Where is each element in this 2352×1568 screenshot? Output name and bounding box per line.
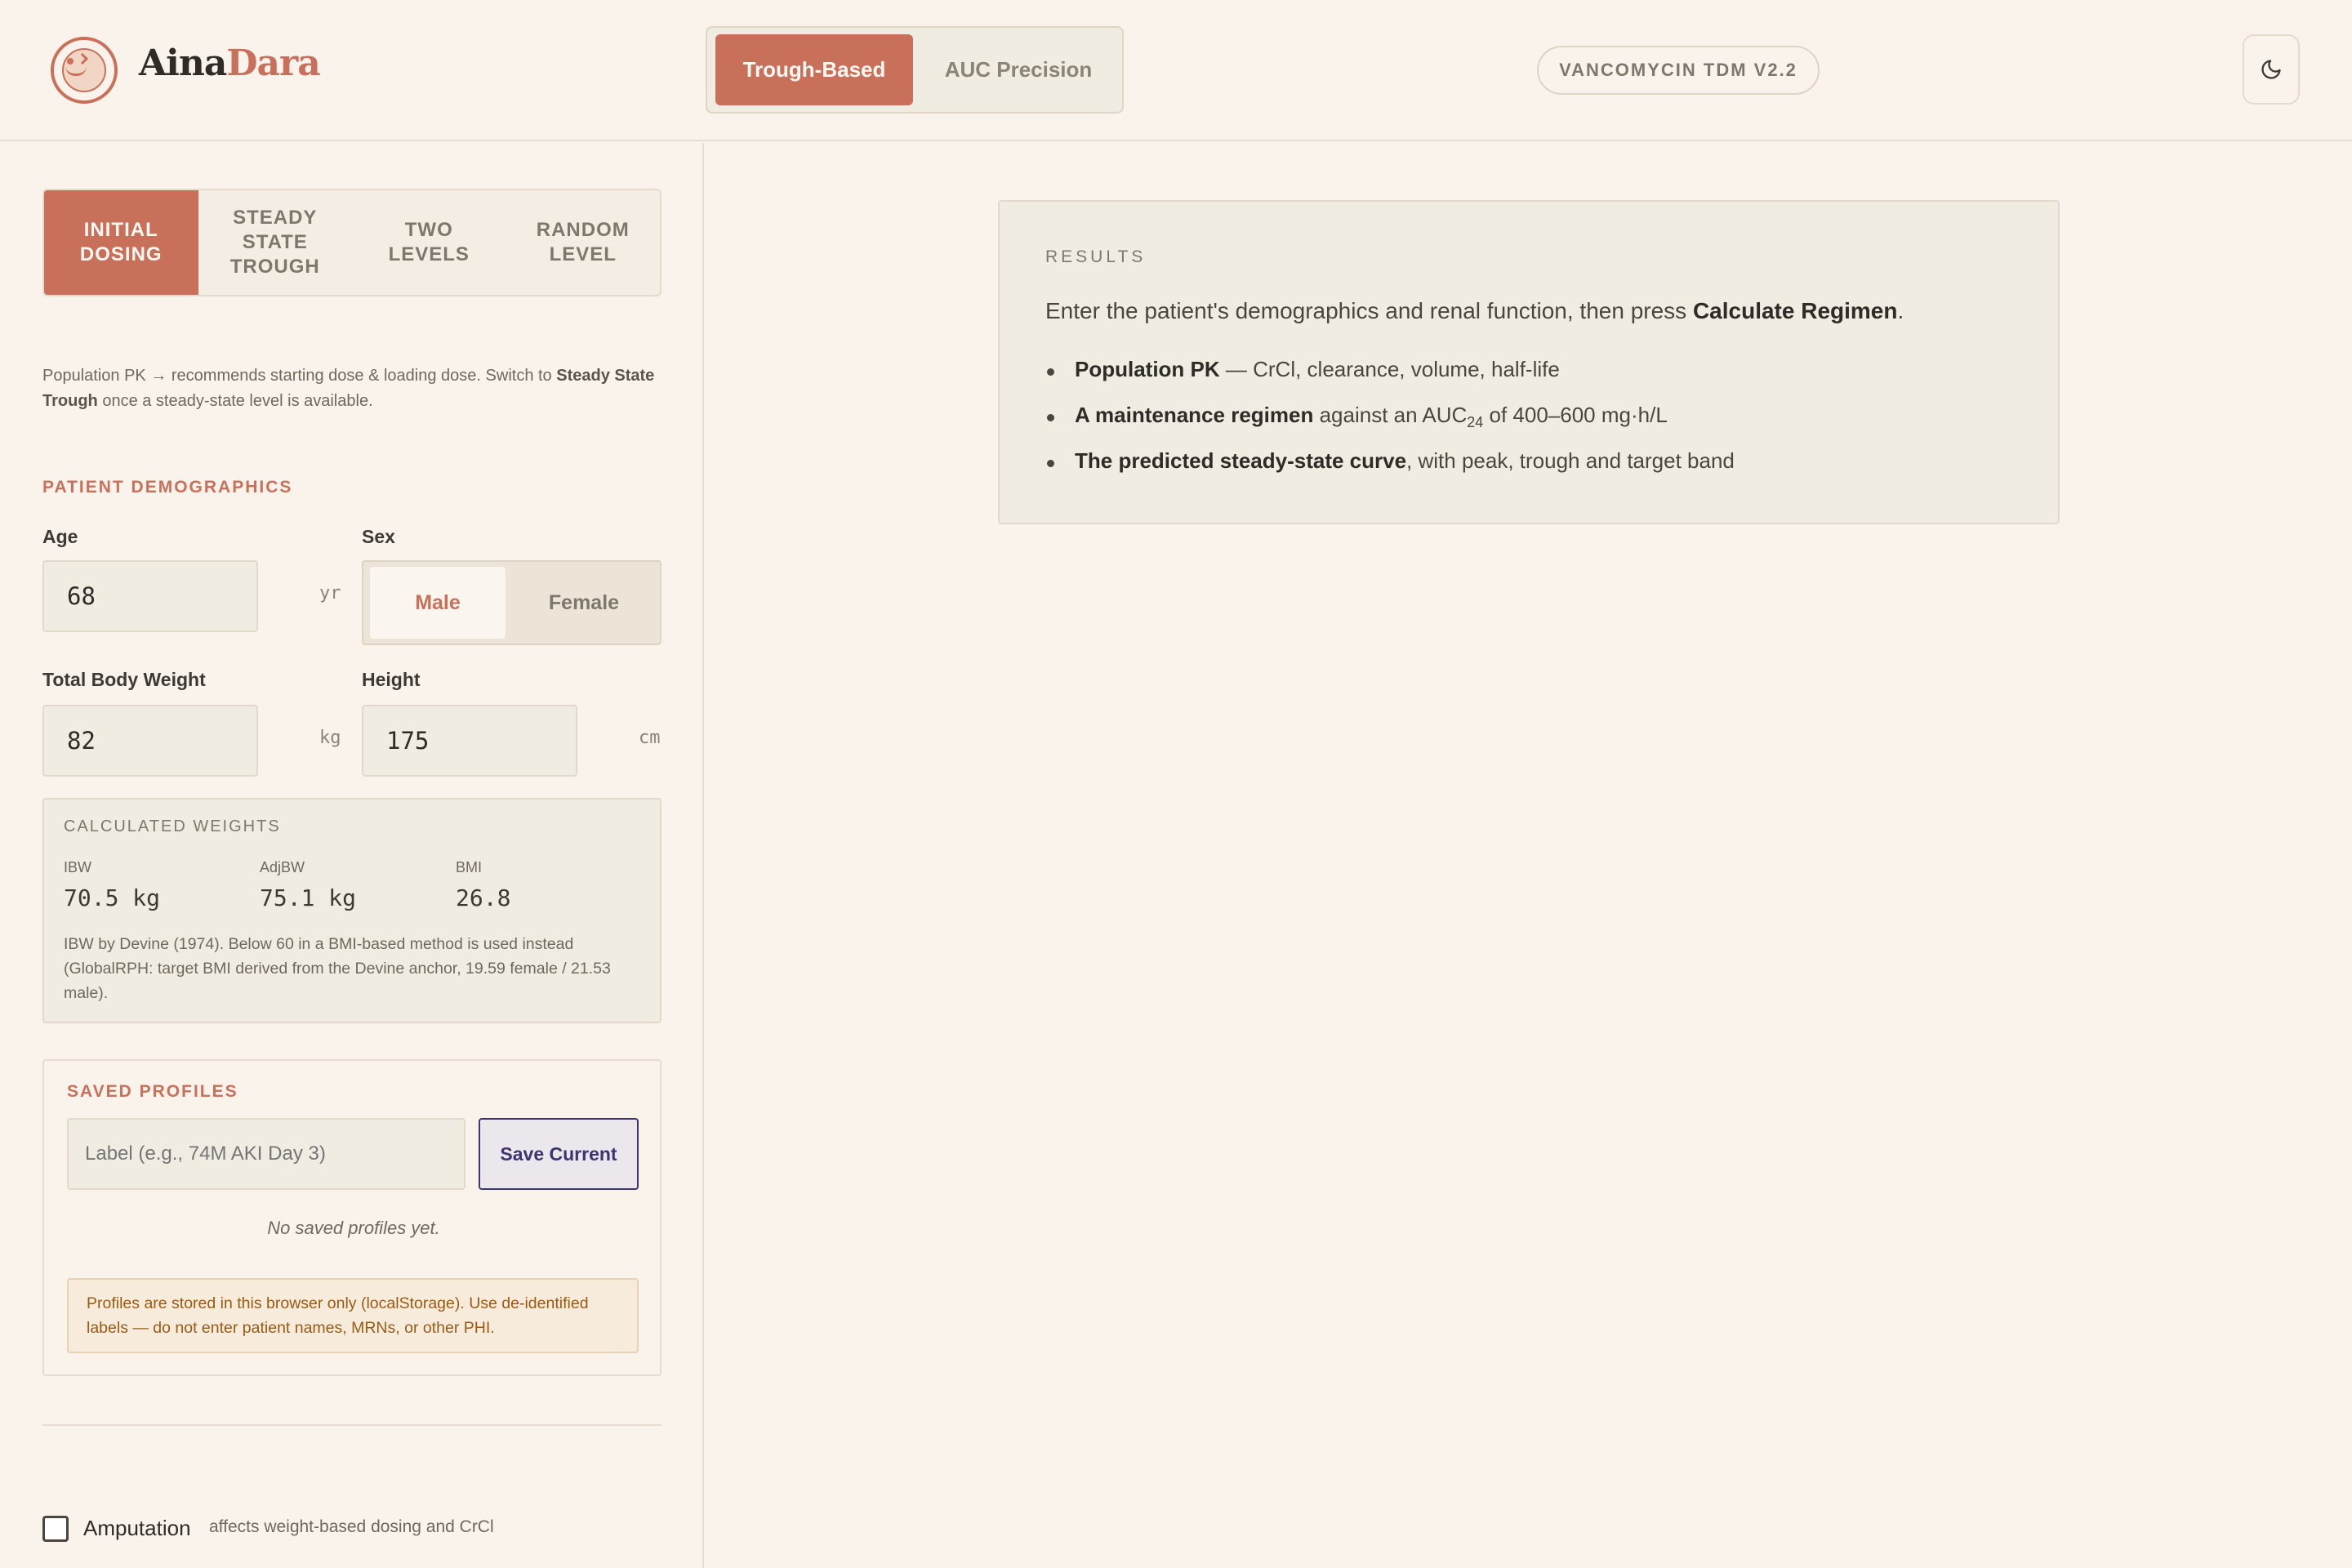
weight-label: Total Body Weight — [42, 669, 206, 690]
save-current-button[interactable]: Save Current — [479, 1118, 639, 1190]
height-label: Height — [362, 669, 421, 690]
brand-part1: Aina — [139, 42, 227, 84]
height-input[interactable]: 175 — [362, 705, 577, 777]
weight-unit: kg — [319, 728, 341, 748]
sex-toggle: Male Female — [362, 560, 662, 645]
no-profiles-message: No saved profiles yet. — [267, 1218, 440, 1238]
sex-female-option[interactable]: Female — [512, 567, 656, 639]
ibw-value: 70.5 kg — [64, 884, 161, 911]
version-badge: VANCOMYCIN TDM V2.2 — [1537, 46, 1820, 95]
adjbw-value: 75.1 kg — [260, 884, 357, 911]
brand-name: AinaDara — [139, 42, 321, 84]
list-item: A maintenance regimen against an AUC24 o… — [1045, 403, 1735, 448]
calculated-weights-title: CALCULATED WEIGHTS — [64, 817, 281, 835]
results-instructions: Enter the patient's demographics and ren… — [1045, 298, 1904, 323]
saved-profiles-title: SAVED PROFILES — [67, 1082, 238, 1101]
amputation-hint: affects weight-based dosing and CrCl — [209, 1517, 494, 1536]
sidebar-divider — [42, 1424, 662, 1426]
ibw-label: IBW — [64, 859, 91, 875]
app-header: AinaDara Trough-Based AUC Precision VANC… — [0, 0, 2352, 141]
tab-random-level[interactable]: RANDOM LEVEL — [506, 190, 661, 295]
bmi-value: 26.8 — [456, 884, 511, 911]
calc-tabs: INITIAL DOSING STEADY STATE TROUGH TWO L… — [42, 189, 662, 296]
logo-icon — [51, 37, 118, 104]
adjbw-label: AdjBW — [260, 859, 305, 875]
ibw-method-note: IBW by Devine (1974). Below 60 in a BMI-… — [64, 935, 611, 1002]
weight-input[interactable]: 82 — [42, 705, 258, 777]
demographics-section-title: PATIENT DEMOGRAPHICS — [42, 478, 293, 497]
age-unit: yr — [319, 583, 341, 604]
list-item: Population PK — CrCl, clearance, volume,… — [1045, 357, 1735, 403]
amputation-label[interactable]: Amputation — [83, 1516, 191, 1541]
results-feature-list: Population PK — CrCl, clearance, volume,… — [1045, 357, 1735, 494]
bmi-label: BMI — [456, 859, 483, 875]
theme-toggle-button[interactable] — [2243, 34, 2300, 105]
calculated-weights-panel: CALCULATED WEIGHTS IBW 70.5 kg AdjBW 75.… — [42, 798, 662, 1023]
sidebar: INITIAL DOSING STEADY STATE TROUGH TWO L… — [0, 143, 704, 1568]
sex-label: Sex — [362, 526, 395, 547]
brand-part2: Dara — [226, 42, 320, 84]
mode-trough-based-button[interactable]: Trough-Based — [715, 34, 913, 105]
list-item: The predicted steady-state curve, with p… — [1045, 448, 1735, 494]
height-unit: cm — [639, 728, 661, 748]
mode-info-text: Population PK → recommends starting dose… — [42, 367, 655, 410]
tab-steady-state-trough[interactable]: STEADY STATE TROUGH — [198, 190, 353, 295]
tab-two-levels[interactable]: TWO LEVELS — [352, 190, 506, 295]
sex-male-option[interactable]: Male — [370, 567, 506, 639]
profile-label-input[interactable] — [67, 1118, 466, 1190]
mode-switch: Trough-Based AUC Precision — [706, 26, 1124, 114]
age-label: Age — [42, 526, 78, 547]
saved-profiles-panel: SAVED PROFILES Save Current No saved pro… — [42, 1059, 662, 1376]
mode-auc-precision-button[interactable]: AUC Precision — [921, 34, 1116, 105]
results-title: RESULTS — [1045, 247, 1147, 266]
results-panel: RESULTS Enter the patient's demographics… — [998, 200, 2060, 524]
moon-icon — [2261, 60, 2281, 79]
tab-initial-dosing[interactable]: INITIAL DOSING — [44, 190, 198, 295]
age-input[interactable]: 68 — [42, 560, 258, 632]
phi-warning: Profiles are stored in this browser only… — [67, 1278, 639, 1353]
amputation-checkbox[interactable] — [42, 1516, 69, 1542]
